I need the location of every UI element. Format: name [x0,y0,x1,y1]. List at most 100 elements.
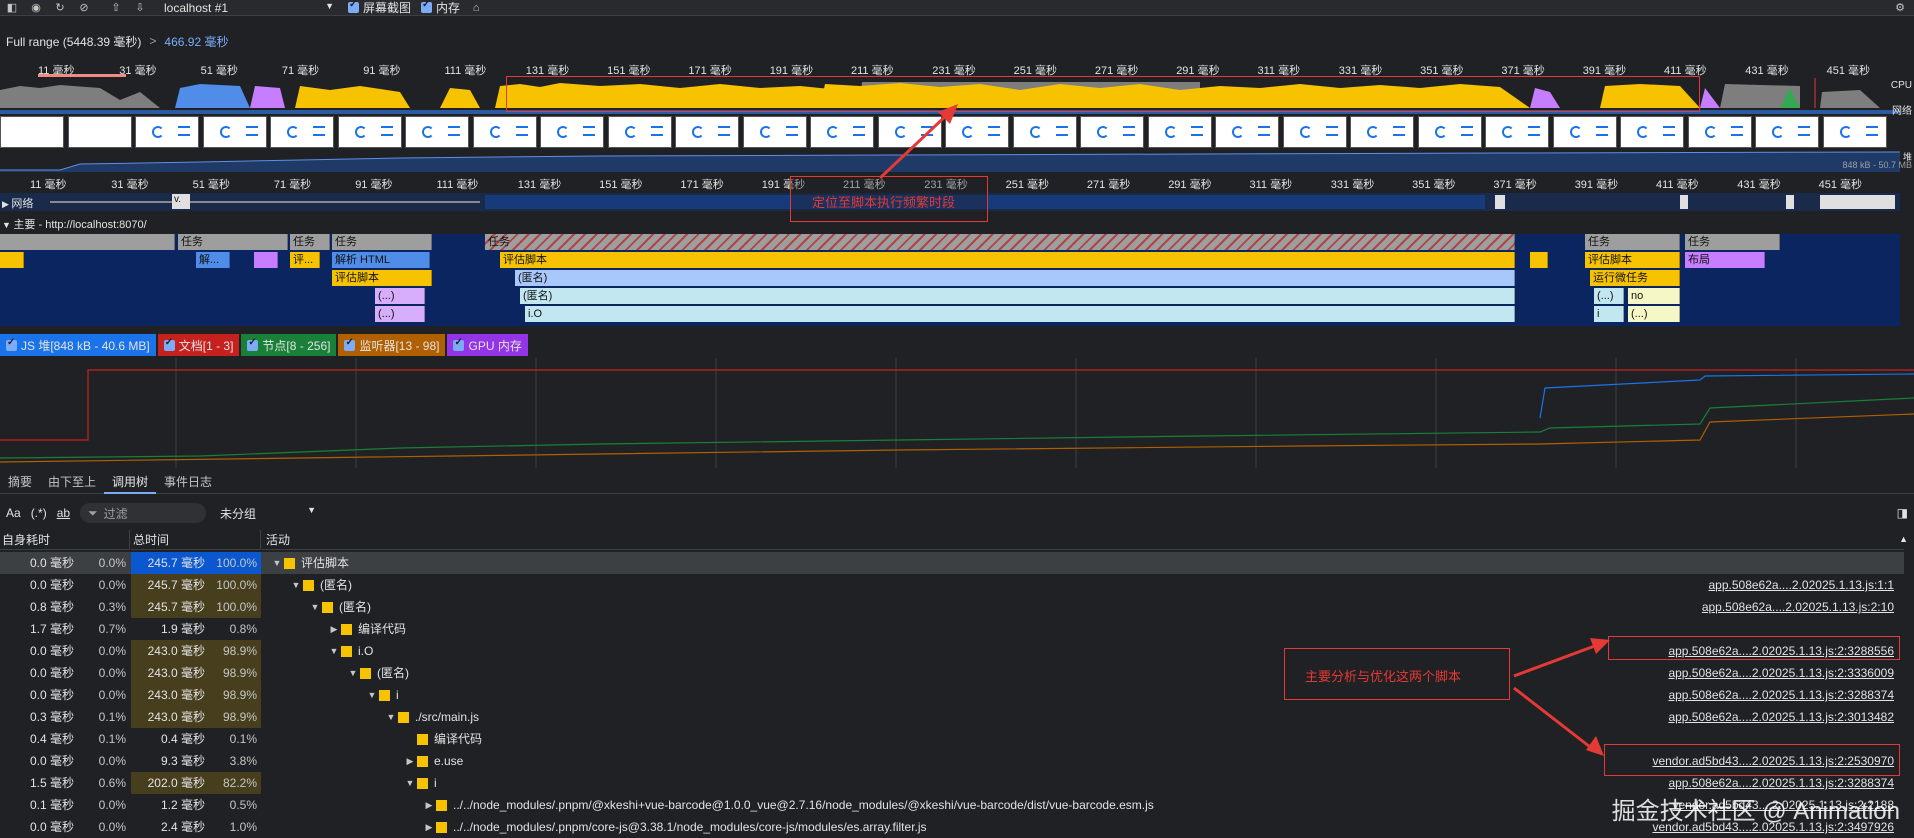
screenshot-thumbnail[interactable] [1553,116,1617,148]
screenshot-thumbnail[interactable] [1283,116,1347,148]
flame-layout[interactable] [254,252,278,268]
clear-icon[interactable]: ⊘ [72,0,96,16]
counter-toggle[interactable]: 文档[1 - 3] [158,334,240,356]
screenshot-thumbnail[interactable] [1013,116,1077,148]
collapse-triangle-icon[interactable]: ▼ [289,574,303,596]
screenshot-thumbnail[interactable] [743,116,807,148]
flame-task[interactable] [0,234,175,250]
memory-checkbox[interactable]: 内存 [421,0,460,16]
collapse-triangle-icon[interactable]: ▼ [346,662,360,684]
flame-evaluate-script[interactable]: 评估脚本 [1585,252,1680,268]
flame-evaluate-script[interactable]: 评... [290,252,320,268]
record-icon[interactable]: ◉ [24,0,48,16]
flame-task[interactable]: 任务 [332,234,432,250]
flame-function-io[interactable]: i.O [525,306,1515,322]
tab-0[interactable]: 摘要 [0,470,40,494]
screenshots-checkbox[interactable]: 屏幕截图 [348,0,411,16]
screenshot-thumbnail[interactable] [1080,116,1144,148]
counter-toggle[interactable]: GPU 内存 [447,334,527,356]
flame-no[interactable]: no [1628,288,1680,304]
target-select[interactable]: localhost #1▼ [164,1,334,15]
broom-icon[interactable]: ⌂ [464,0,488,16]
screenshot-thumbnail[interactable] [675,116,739,148]
flame-parse-html[interactable]: 解析 HTML [332,252,430,268]
flame-long-task[interactable]: 任务 [485,234,1515,250]
network-request-bar[interactable] [1820,195,1895,209]
flame-evaluate-script[interactable] [1530,252,1548,268]
column-total-time[interactable]: 总时间 [131,530,261,550]
expand-triangle-icon[interactable]: ▶ [422,794,436,816]
network-request-bar[interactable] [1680,195,1688,209]
network-request-bar[interactable] [50,201,480,203]
flame-layout[interactable]: 布局 [1685,252,1765,268]
flame-evaluate-script[interactable] [0,252,24,268]
call-tree-row[interactable]: 0.0 毫秒0.0%243.0 毫秒98.9%▼iapp.508e62a....… [0,684,1904,706]
regex-button[interactable]: (.*) [31,506,47,520]
flame-anonymous[interactable]: (匿名) [520,288,1515,304]
screenshot-thumbnail[interactable] [338,116,402,148]
column-activity[interactable]: 活动 [262,530,1904,550]
tab-1[interactable]: 由下至上 [40,470,104,494]
screenshot-thumbnail[interactable] [1215,116,1279,148]
reload-icon[interactable]: ↻ [48,0,72,16]
screenshot-thumbnail[interactable] [1823,116,1887,148]
screenshot-thumbnail[interactable] [1350,116,1414,148]
collapse-triangle-icon[interactable]: ▼ [384,706,398,728]
settings-gear-icon[interactable]: ⚙ [1888,0,1912,16]
call-tree-row[interactable]: 0.0 毫秒0.0%245.7 毫秒100.0%▼(匿名)app.508e62a… [0,574,1904,596]
screenshot-thumbnail[interactable] [540,116,604,148]
call-tree-row[interactable]: 0.8 毫秒0.3%245.7 毫秒100.0%▼(匿名)app.508e62a… [0,596,1904,618]
screenshot-thumbnail[interactable] [1620,116,1684,148]
grouping-select[interactable]: 未分组▼ [220,505,316,522]
flame-evaluate-script[interactable]: 评估脚本 [500,252,1515,268]
screenshot-thumbnail[interactable] [1148,116,1212,148]
network-request-bar[interactable] [1495,195,1505,209]
collapse-triangle-icon[interactable]: ▼ [270,552,284,574]
source-link[interactable]: app.508e62a....2.02025.1.13.js:1:1 [1709,574,1895,596]
network-request-item[interactable]: v. [172,194,190,209]
screenshot-thumbnail[interactable] [68,116,132,148]
flame-task[interactable]: 任务 [1685,234,1780,250]
screenshot-thumbnail[interactable] [1688,116,1752,148]
collapse-triangle-icon[interactable]: ▼ [365,684,379,706]
screenshot-thumbnail[interactable] [135,116,199,148]
network-request-bar[interactable] [1786,195,1794,209]
flame-anonymous[interactable]: (...) [375,288,425,304]
expand-triangle-icon[interactable]: ▶ [422,816,436,838]
flame-task[interactable]: 任务 [1585,234,1680,250]
collapse-triangle-icon[interactable]: ▼ [327,640,341,662]
source-link[interactable]: app.508e62a....2.02025.1.13.js:2:3013482 [1668,706,1894,728]
screenshot-thumbnail[interactable] [203,116,267,148]
tab-2[interactable]: 调用树 [104,470,156,494]
screenshot-thumbnail[interactable] [0,116,64,148]
screenshot-thumbnail[interactable] [810,116,874,148]
flame-task[interactable]: 任务 [290,234,330,250]
collapse-triangle-icon[interactable]: ▼ [308,596,322,618]
flame-anonymous[interactable]: (匿名) [515,270,1515,286]
flame-parse-html[interactable]: 解... [196,252,230,268]
tab-3[interactable]: 事件日志 [156,470,220,494]
collapse-triangle-icon[interactable]: ▼ [403,772,417,794]
filter-input[interactable]: ⏷过滤 [80,503,206,523]
screenshot-thumbnail[interactable] [1755,116,1819,148]
screenshot-thumbnail[interactable] [270,116,334,148]
flame-function-i[interactable]: i [1594,306,1624,322]
source-link[interactable]: app.508e62a....2.02025.1.13.js:2:3336009 [1668,662,1894,684]
full-range-crumb[interactable]: Full range (5448.39 毫秒) [6,33,141,50]
call-tree-row[interactable]: 0.0 毫秒0.0%245.7 毫秒100.0%▼评估脚本 [0,552,1904,574]
sidebar-toggle-icon[interactable]: ◧ [0,0,24,16]
match-case-button[interactable]: Aa [6,506,21,520]
column-self-time[interactable]: 自身耗时 [0,530,130,550]
main-flame-chart[interactable]: 任务 任务 任务 任务 任务 任务 解... 评... 解析 HTML 评估脚本… [0,234,1900,326]
whole-word-button[interactable]: ab [57,506,70,520]
source-link[interactable]: app.508e62a....2.02025.1.13.js:2:10 [1702,596,1894,618]
flame-anonymous[interactable]: (...) [1628,306,1680,322]
screenshot-thumbnail[interactable] [473,116,537,148]
counter-toggle[interactable]: 监听器[13 - 98] [338,334,445,356]
counter-toggle[interactable]: 节点[8 - 256] [241,334,336,356]
flame-task[interactable]: 任务 [178,234,288,250]
screenshot-thumbnail[interactable] [1418,116,1482,148]
selected-range-crumb[interactable]: 466.92 毫秒 [164,33,228,50]
screenshot-thumbnail[interactable] [608,116,672,148]
flame-anonymous[interactable]: (...) [375,306,425,322]
